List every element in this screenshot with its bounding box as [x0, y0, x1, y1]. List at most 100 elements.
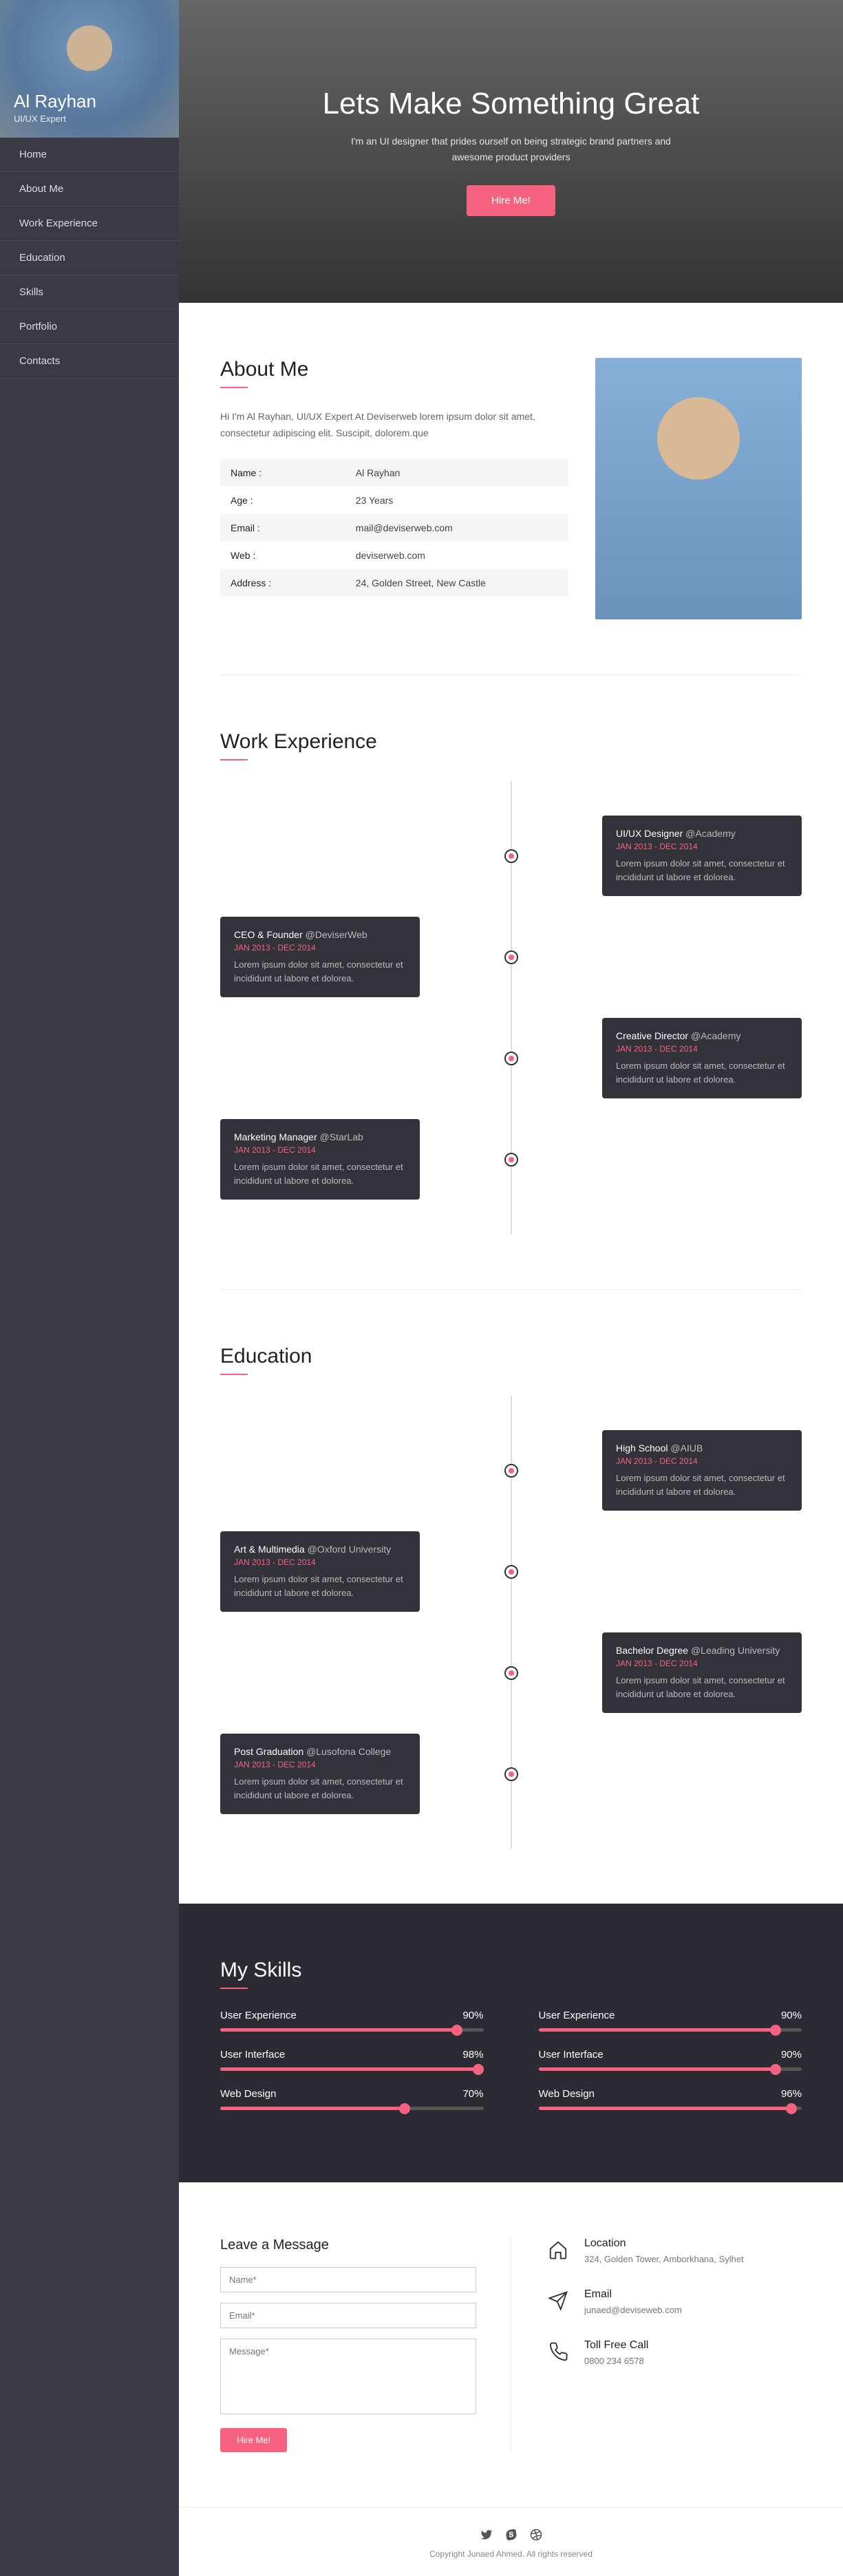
send-button[interactable]: Hire Me!: [220, 2428, 287, 2452]
timeline-row: Creative Director @AcademyJAN 2013 - DEC…: [220, 1018, 802, 1098]
skill-name: User Experience: [539, 2010, 615, 2021]
skill-name: Web Design: [539, 2088, 595, 2100]
info-key: Web :: [220, 542, 345, 569]
name-input[interactable]: [220, 2267, 476, 2292]
skill-item: User Interface90%: [539, 2049, 802, 2071]
skill-fill: [220, 2067, 478, 2071]
info-table: Name :Al RayhanAge :23 YearsEmail :mail@…: [220, 459, 568, 597]
timeline-dot-icon: [504, 1565, 518, 1579]
nav-item-about-me[interactable]: About Me: [0, 172, 179, 206]
work-title: Work Experience: [220, 730, 802, 754]
tl-body: Lorem ipsum dolor sit amet, consectetur …: [616, 1471, 788, 1498]
timeline-row: Bachelor Degree @Leading UniversityJAN 2…: [220, 1632, 802, 1713]
tl-title: Bachelor Degree @Leading University: [616, 1645, 788, 1656]
nav-item-education[interactable]: Education: [0, 241, 179, 275]
timeline-row: High School @AIUB JAN 2013 - DEC 2014 Lore…: [220, 1430, 802, 1511]
home-icon: [546, 2237, 570, 2262]
info-val: mail@deviserweb.com: [345, 514, 568, 542]
timeline-row: UI/UX Designer @AcademyJAN 2013 - DEC 20…: [220, 816, 802, 896]
tl-title: Art & Multimedia @Oxford University: [234, 1544, 406, 1555]
timeline-card: Bachelor Degree @Leading UniversityJAN 2…: [602, 1632, 802, 1713]
underline: [220, 387, 248, 388]
contact-item-title: Location: [584, 2237, 744, 2250]
profile-name: Al Rayhan: [14, 91, 96, 112]
info-row: Web :deviserweb.com: [220, 542, 568, 569]
skype-icon[interactable]: [505, 2529, 517, 2541]
phone-icon: [546, 2339, 570, 2364]
tl-title: CEO & Founder @DeviserWeb: [234, 929, 406, 940]
contact-info: Location324, Golden Tower, Amborkhana, S…: [511, 2237, 802, 2452]
info-val: deviserweb.com: [345, 542, 568, 569]
tl-date: JAN 2013 - DEC 2014: [234, 943, 406, 952]
timeline-card: Art & Multimedia @Oxford University JAN 2…: [220, 1531, 420, 1612]
timeline-row: Art & Multimedia @Oxford University JAN 2…: [220, 1531, 802, 1612]
tl-date: JAN 2013 - DEC 2014: [234, 1557, 406, 1567]
edu-timeline: High School @AIUB JAN 2013 - DEC 2014 Lore…: [220, 1396, 802, 1849]
info-key: Name :: [220, 459, 345, 487]
tl-body: Lorem ipsum dolor sit amet, consectetur …: [234, 1775, 406, 1802]
edu-section: Education High School @AIUBJAN 2013 - DE…: [179, 1290, 843, 1904]
nav-item-skills[interactable]: Skills: [0, 275, 179, 310]
dribbble-icon[interactable]: [530, 2529, 542, 2541]
timeline-card: UI/UX Designer @AcademyJAN 2013 - DEC 20…: [602, 816, 802, 896]
main-content: Lets Make Something Great I'm an UI desi…: [179, 0, 843, 2576]
tl-date: JAN 2013 - DEC 2014: [234, 1760, 406, 1769]
info-row: Address :24, Golden Street, New Castle: [220, 569, 568, 597]
skill-item: Web Design70%: [220, 2088, 484, 2110]
tl-date: JAN 2013 - DEC 2014: [616, 1456, 788, 1466]
info-key: Address :: [220, 569, 345, 597]
email-input[interactable]: [220, 2303, 476, 2328]
timeline-row: Post Graduation @Lusofona CollegeJAN 201…: [220, 1734, 802, 1814]
skill-name: Web Design: [220, 2088, 276, 2100]
tl-date: JAN 2013 - DEC 2014: [616, 842, 788, 851]
skill-bar: [539, 2107, 802, 2110]
skills-col-right: User Experience90%User Interface90%Web D…: [539, 2010, 802, 2127]
tl-date: JAN 2013 - DEC 2014: [234, 1145, 406, 1155]
message-input[interactable]: [220, 2339, 476, 2414]
profile-role: UI/UX Expert: [14, 114, 96, 124]
contact-item-text: 0800 234 6578: [584, 2356, 648, 2366]
contact-item: Location324, Golden Tower, Amborkhana, S…: [546, 2237, 802, 2264]
skill-pct: 96%: [781, 2088, 802, 2100]
nav-item-contacts[interactable]: Contacts: [0, 344, 179, 379]
skill-pct: 90%: [781, 2049, 802, 2061]
copyright: Copyright Junaed Ahmed. All rights reser…: [179, 2549, 843, 2559]
timeline-dot-icon: [504, 1052, 518, 1065]
tl-body: Lorem ipsum dolor sit amet, consectetur …: [234, 1573, 406, 1599]
skill-fill: [220, 2028, 457, 2032]
hire-button[interactable]: Hire Me!: [467, 185, 555, 216]
nav-item-work-experience[interactable]: Work Experience: [0, 206, 179, 241]
skills-section: My Skills User Experience90%User Interfa…: [179, 1904, 843, 2182]
contact-form: Hire Me!: [220, 2267, 476, 2452]
contact-item-title: Email: [584, 2288, 682, 2301]
info-val: Al Rayhan: [345, 459, 568, 487]
contact-item: Email junaed@deviseweb.com: [546, 2288, 802, 2315]
nav-list: HomeAbout MeWork ExperienceEducationSkil…: [0, 138, 179, 379]
hero: Lets Make Something Great I'm an UI desi…: [179, 0, 843, 303]
contact-item-text: junaed@deviseweb.com: [584, 2305, 682, 2315]
skill-fill: [220, 2107, 405, 2110]
tl-date: JAN 2013 - DEC 2014: [616, 1044, 788, 1054]
skill-bar: [220, 2107, 484, 2110]
underline: [220, 1374, 248, 1375]
work-timeline: UI/UX Designer @AcademyJAN 2013 - DEC 20…: [220, 781, 802, 1234]
nav-item-home[interactable]: Home: [0, 138, 179, 172]
skill-item: User Experience 90%: [539, 2010, 802, 2032]
skill-name: User Interface: [220, 2049, 285, 2061]
timeline-row: CEO & Founder @DeviserWeb JAN 2013 - DEC …: [220, 917, 802, 997]
tl-body: Lorem ipsum dolor sit amet, consectetur …: [234, 958, 406, 985]
underline: [220, 759, 248, 760]
send-icon: [546, 2288, 570, 2313]
timeline-row: Marketing Manager @StarLabJAN 2013 - DEC…: [220, 1119, 802, 1200]
tl-title: High School @AIUB: [616, 1443, 788, 1454]
twitter-icon[interactable]: [480, 2529, 493, 2541]
timeline-card: Marketing Manager @StarLabJAN 2013 - DEC…: [220, 1119, 420, 1200]
hero-title: Lets Make Something Great: [323, 87, 700, 121]
contact-item-title: Toll Free Call: [584, 2339, 648, 2352]
timeline-card: Post Graduation @Lusofona CollegeJAN 201…: [220, 1734, 420, 1814]
timeline-card: High School @AIUB JAN 2013 - DEC 2014 Lore…: [602, 1430, 802, 1511]
contact-item: Toll Free Call 0800 234 6578: [546, 2339, 802, 2366]
nav-item-portfolio[interactable]: Portfolio: [0, 310, 179, 344]
skill-pct: 90%: [781, 2010, 802, 2021]
timeline-dot-icon: [504, 1767, 518, 1781]
